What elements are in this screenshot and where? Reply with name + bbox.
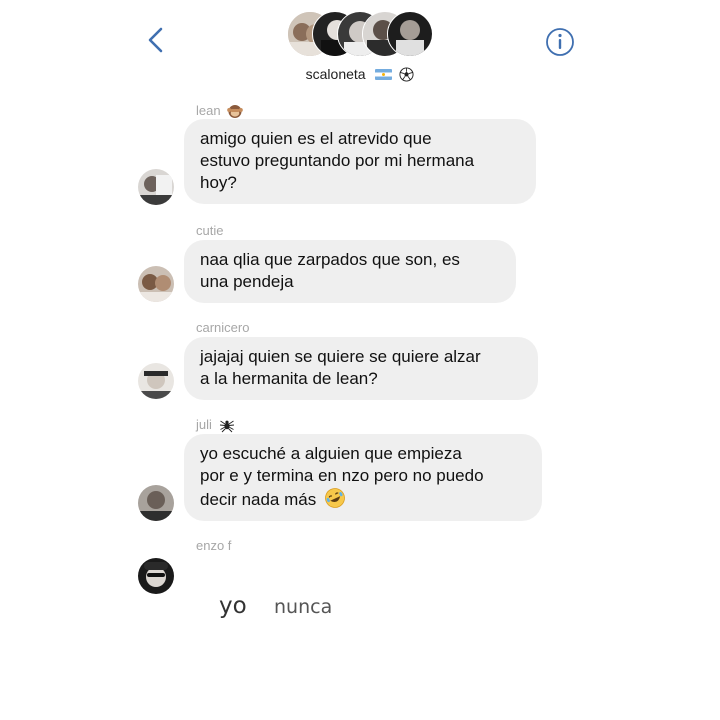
rolling-laughing-face-icon — [325, 488, 345, 508]
message-line: jajajaj quien se quiere se quiere alzar — [200, 347, 481, 366]
sender-name: lean — [196, 103, 244, 119]
sender-name-text: lean — [196, 103, 221, 118]
sender-name: enzo f — [196, 538, 231, 553]
member-avatar — [387, 11, 433, 57]
sender-name: juli — [196, 417, 235, 433]
message-line: hoy? — [200, 173, 237, 192]
group-name-text: scaloneta — [305, 66, 366, 82]
monkey-face-icon — [227, 105, 244, 118]
sender-name-text: juli — [196, 417, 212, 432]
sender-name: carnicero — [196, 320, 249, 335]
info-button[interactable] — [545, 27, 575, 57]
message-line: decir nada más — [200, 490, 317, 509]
avatar[interactable] — [138, 266, 174, 302]
message-line: naa qlia que zarpados que son, es — [200, 250, 460, 269]
message-line: yo escuché a alguien que empieza — [200, 444, 462, 463]
message-bubble[interactable]: yo escuché a alguien que empieza por e y… — [184, 434, 542, 521]
back-button[interactable] — [140, 22, 172, 58]
spider-icon — [219, 420, 234, 433]
info-circle-icon — [546, 28, 574, 56]
message-bubble[interactable]: jajajaj quien se quiere se quiere alzar … — [184, 337, 538, 400]
group-avatars[interactable] — [287, 11, 433, 57]
message-line: amigo quien es el atrevido que — [200, 129, 432, 148]
sender-name: cutie — [196, 223, 223, 238]
sender-name-text: enzo f — [196, 538, 232, 553]
message-line: a la hermanita de lean? — [200, 369, 378, 388]
sender-name-text: carnicero — [196, 320, 250, 335]
message-line-with-emoji: decir nada más — [200, 487, 526, 511]
avatar[interactable] — [138, 169, 174, 205]
message-line: estuvo preguntando por mi hermana — [200, 151, 475, 170]
avatar[interactable] — [138, 485, 174, 521]
message-line: una pendeja — [200, 272, 294, 291]
argentina-flag-icon — [375, 69, 393, 80]
message-bubble[interactable]: amigo quien es el atrevido que estuvo pr… — [184, 119, 536, 204]
soccer-ball-icon — [399, 67, 414, 82]
avatar[interactable] — [138, 363, 174, 399]
message-bubble[interactable]: naa qlia que zarpados que son, es una pe… — [184, 240, 516, 303]
sender-name-text: cutie — [196, 223, 224, 238]
chat-screen: scaloneta lean amigo quien es el atrevid… — [0, 0, 720, 720]
group-name[interactable]: scaloneta — [0, 66, 720, 82]
handwritten-text: nunca — [274, 596, 333, 618]
avatar[interactable] — [138, 558, 174, 594]
handwritten-text: yo — [219, 593, 247, 619]
chevron-left-icon — [148, 27, 163, 53]
message-line: por e y termina en nzo pero no puedo — [200, 466, 484, 485]
